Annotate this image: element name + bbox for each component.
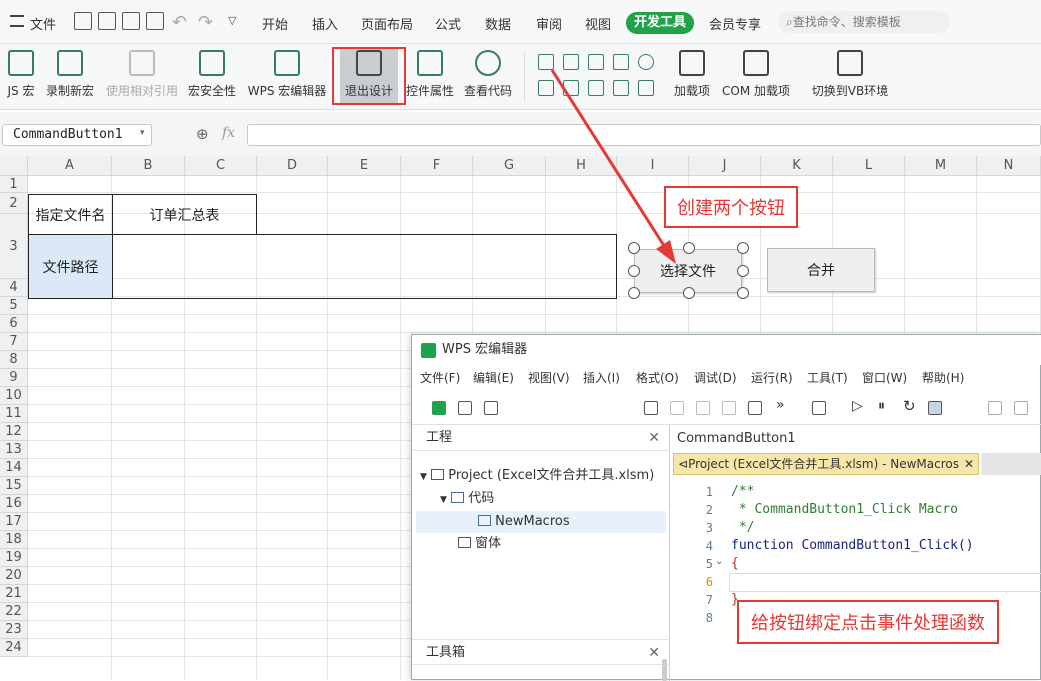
document-tab-label: Project (Excel文件合并工具.xlsm) - NewMacros (688, 457, 959, 471)
document-tab[interactable]: ⊲Project (Excel文件合并工具.xlsm) - NewMacros ✕ (673, 453, 979, 475)
editor-menu-edit[interactable]: 编辑(E) (473, 369, 514, 386)
wps-logo-icon (421, 343, 436, 358)
insert-module-icon[interactable] (812, 401, 826, 415)
editor-toolbar: » ▷ ⏸ ↻ (412, 391, 1041, 425)
editor-menu-format[interactable]: 格式(O) (636, 369, 679, 386)
reset-icon[interactable]: ↻ (903, 397, 916, 415)
code-line[interactable]: { (731, 555, 739, 573)
toolbox-title: 工具箱 (426, 645, 466, 660)
code-folder-label: 代码 (468, 491, 495, 506)
editor-menu-window[interactable]: 窗口(W) (862, 369, 907, 386)
current-line-highlight (729, 573, 1041, 592)
tree-item-forms[interactable]: 窗体 (458, 533, 501, 555)
code-line[interactable]: function CommandButton1_Click() (731, 537, 974, 555)
pause-icon[interactable]: ⏸ (878, 398, 885, 414)
editor-menu-insert[interactable]: 插入(I) (583, 369, 620, 386)
line-number: 1 (705, 485, 713, 499)
code-folder-icon (451, 492, 465, 503)
close-icon[interactable]: ✕ (964, 454, 974, 474)
line-number: 8 (705, 611, 713, 625)
editor-title-bar: WPS 宏编辑器 (412, 335, 1041, 365)
project-icon (431, 469, 445, 480)
cut-icon[interactable] (722, 401, 736, 415)
project-pane: 工程 ✕ ▼ Project (Excel文件合并工具.xlsm) ▼ 代码 Ne… (412, 425, 670, 681)
code-line[interactable]: /** (731, 483, 754, 501)
undo-icon[interactable] (644, 401, 658, 415)
close-icon[interactable]: ✕ (648, 425, 660, 451)
tree-item-newmacros[interactable]: NewMacros (416, 511, 666, 533)
object-selector[interactable]: CommandButton1 (677, 431, 796, 446)
editor-menu-tools[interactable]: 工具(T) (807, 369, 848, 386)
step-over-icon[interactable] (1014, 401, 1028, 415)
editor-menu-debug[interactable]: 调试(D) (694, 369, 737, 386)
line-number: 4 (705, 539, 713, 553)
close-icon[interactable]: ✕ (648, 640, 660, 666)
code-line[interactable]: * CommandButton1_Click Macro (731, 501, 958, 519)
design-mode-icon[interactable] (928, 401, 942, 415)
project-pane-header: 工程 ✕ (412, 425, 670, 451)
toolbox-header: 工具箱 ✕ (412, 639, 670, 665)
form-icon (458, 537, 471, 548)
run-icon[interactable]: ▷ (852, 398, 863, 414)
line-number: 5 (705, 557, 713, 571)
code-line[interactable]: */ (731, 519, 755, 537)
redo-icon[interactable] (670, 401, 684, 415)
save-icon[interactable] (484, 401, 498, 415)
line-number: 3 (705, 521, 713, 535)
wps-icon[interactable] (432, 401, 446, 415)
tree-item-project[interactable]: ▼ Project (Excel文件合并工具.xlsm) (420, 465, 654, 488)
bind-event-callout: 给按钮绑定点击事件处理函数 (737, 600, 999, 644)
more-icon[interactable]: » (776, 397, 785, 413)
expand-icon[interactable]: ▼ (420, 472, 427, 482)
editor-menu-view[interactable]: 视图(V) (528, 369, 570, 386)
expand-icon[interactable]: ▼ (440, 495, 447, 505)
copy-icon[interactable] (696, 401, 710, 415)
tab-file-icon: ⊲ (678, 457, 689, 471)
line-number: 7 (705, 593, 713, 607)
editor-menu-help[interactable]: 帮助(H) (922, 369, 964, 386)
step-icon[interactable] (988, 401, 1002, 415)
paste-icon[interactable] (748, 401, 762, 415)
project-pane-title: 工程 (426, 430, 453, 445)
line-number: 2 (705, 503, 713, 517)
line-number: 6 (705, 575, 713, 589)
project-root-label: Project (Excel文件合并工具.xlsm) (448, 468, 655, 483)
toolbox-scrollbar[interactable] (662, 659, 667, 681)
editor-menu-run[interactable]: 运行(R) (751, 369, 793, 386)
tab-strip-bg (981, 453, 1041, 475)
forms-label: 窗体 (475, 536, 502, 551)
tree-item-code[interactable]: ▼ 代码 (440, 488, 494, 511)
editor-menu-bar: 文件(F) 编辑(E) 视图(V) 插入(I) 格式(O) 调试(D) 运行(R… (412, 365, 1041, 389)
module-icon (478, 515, 491, 526)
import-icon[interactable] (458, 401, 472, 415)
editor-title: WPS 宏编辑器 (442, 342, 528, 357)
editor-menu-file[interactable]: 文件(F) (420, 369, 460, 386)
module-label: NewMacros (495, 514, 570, 529)
fold-chevron-icon[interactable]: ⌄ (715, 556, 723, 567)
